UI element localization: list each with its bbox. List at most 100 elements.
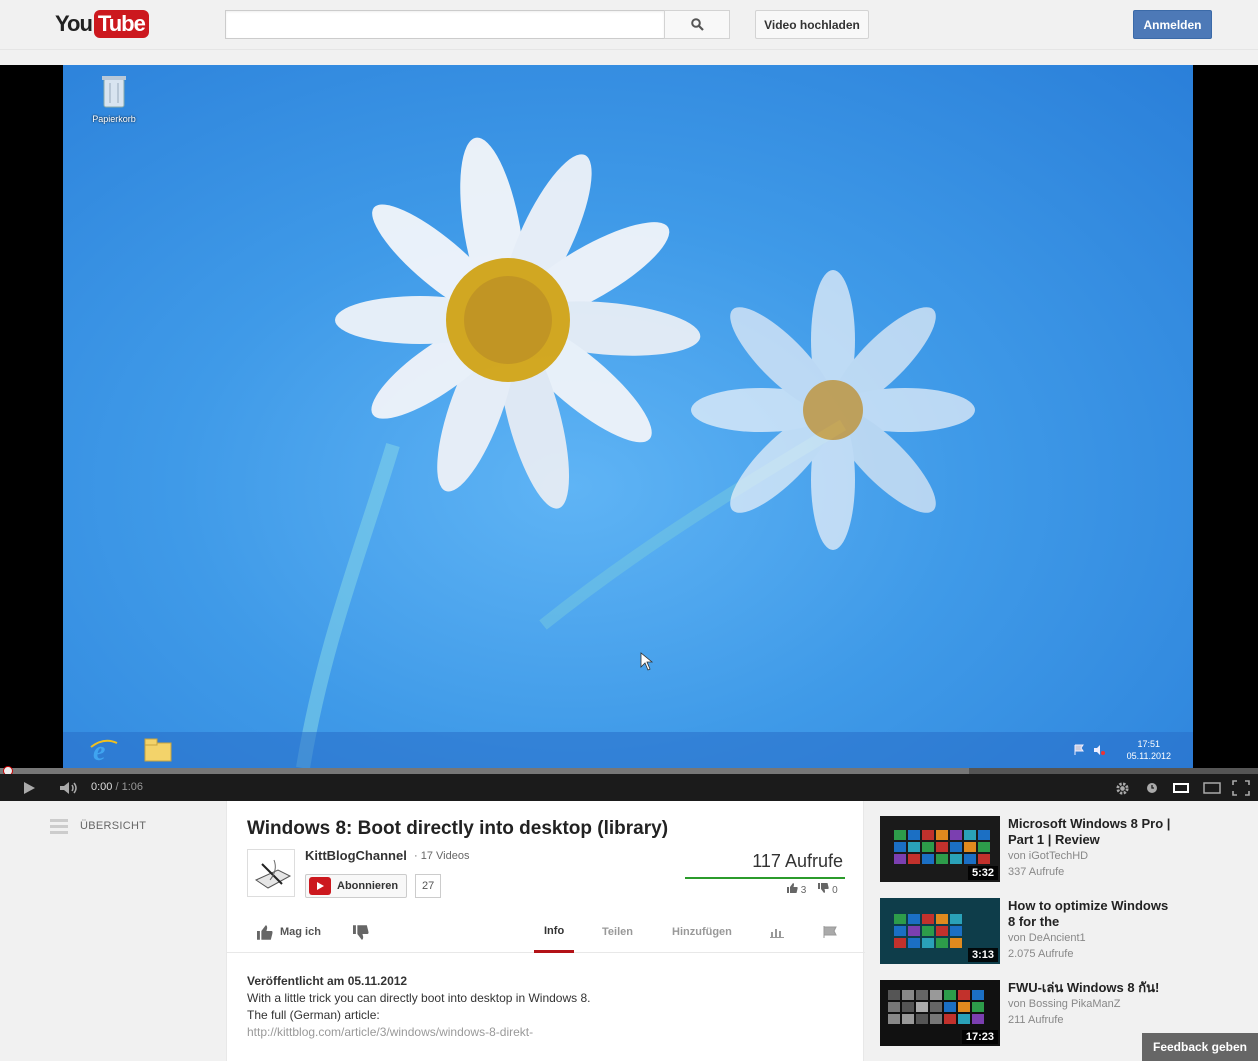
video-title: Windows 8: Boot directly into desktop (l… [247,818,669,839]
subscribe-button[interactable]: Abonnieren [305,874,408,898]
related-title[interactable]: Microsoft Windows 8 Pro | Part 1 | Revie… [1008,816,1178,848]
volume-button[interactable] [58,779,80,797]
logo-tube-text: Tube [93,10,149,38]
recycle-bin-desktop-icon[interactable]: Papierkorb [89,73,139,124]
tray-flag-icon [1074,744,1084,755]
related-title[interactable]: FWU-เล่น Windows 8 กัน! [1008,980,1178,996]
report-button[interactable] [823,911,837,953]
search-icon [690,18,704,31]
start-screen-tiles [894,914,990,948]
tray-date: 05.11.2012 [1126,751,1171,761]
like-ratio-bar [685,877,845,879]
search-input[interactable] [225,10,665,39]
youtube-play-icon [309,877,331,895]
watch-later-icon [1147,783,1157,793]
fullscreen-button[interactable] [1231,779,1251,797]
thumbs-down-icon [353,924,369,940]
guide-label: ÜBERSICHT [80,820,147,832]
duration: 1:06 [121,781,144,793]
recycle-bin-label: Papierkorb [92,114,136,124]
file-explorer-icon[interactable] [143,737,173,763]
subscribe-label: Abonnieren [337,880,399,892]
internet-explorer-icon[interactable]: e [89,735,119,765]
channel-video-count[interactable]: · 17 Videos [414,850,469,862]
related-video-item[interactable]: 3:13 How to optimize Windows 8 for the v… [880,898,1240,964]
related-views: 2.075 Aufrufe [1008,948,1074,960]
flag-icon [823,926,837,938]
tab-share[interactable]: Teilen [602,911,633,953]
publish-date: Veröffentlicht am 05.11.2012 [247,974,408,988]
guide-menu-button[interactable]: ÜBERSICHT [50,817,146,835]
theater-mode-icon [1173,783,1189,793]
tray-volume-icon [1094,745,1105,755]
like-count-group: 3 [787,883,806,896]
related-views: 211 Aufrufe [1008,1014,1064,1026]
tab-add-to[interactable]: Hinzufügen [672,911,732,953]
recycle-bin-icon [102,76,126,108]
stats-icon [770,929,784,938]
related-video-item[interactable]: 5:32 Microsoft Windows 8 Pro | Part 1 | … [880,816,1240,882]
dislike-count: 0 [832,885,838,896]
video-thumbnail[interactable]: 5:32 [880,816,1000,882]
subscriber-count: 27 [415,874,442,898]
watch-info-panel: Windows 8: Boot directly into desktop (l… [226,801,865,1061]
start-screen-tiles [888,990,984,1024]
related-title[interactable]: How to optimize Windows 8 for the [1008,898,1178,930]
logo-you-text: You [55,11,93,36]
dislike-button[interactable] [353,911,369,953]
related-videos: 5:32 Microsoft Windows 8 Pro | Part 1 | … [864,801,1258,1061]
like-count: 3 [800,885,807,896]
video-count-text: 17 Videos [420,850,470,862]
related-channel: von Bossing PikaManZ [1008,998,1121,1010]
windows-taskbar: e 17:51 05.11.2012 [63,732,1193,768]
thumbs-up-icon [787,883,798,893]
video-thumbnail[interactable]: 17:23 [880,980,1000,1046]
stats-button[interactable] [770,911,784,953]
player-controls: 0:00 / 1:06 [0,774,1258,801]
watch-later-button[interactable] [1144,779,1160,797]
video-thumbnail[interactable]: 3:13 [880,898,1000,964]
video-duration: 17:23 [961,1030,998,1044]
search-button[interactable] [664,10,730,39]
time-display: 0:00 / 1:06 [91,781,143,793]
settings-button[interactable] [1113,779,1131,797]
sign-in-button[interactable]: Anmelden [1133,10,1212,39]
tray-time: 17:51 [1137,739,1161,749]
related-channel: von DeAncient1 [1008,932,1086,944]
youtube-logo[interactable]: You Tube [55,9,149,39]
small-player-button[interactable] [1202,779,1222,797]
action-bar: Mag ich Info Teilen Hinzufügen [227,911,865,953]
current-time: 0:00 [91,781,113,793]
fullscreen-icon [1232,780,1250,796]
video-description: Veröffentlicht am 05.11.2012 With a litt… [247,973,590,1041]
video-frame[interactable]: Papierkorb e 17:51 05.11.2012 [63,65,1193,768]
channel-avatar-icon [248,850,294,896]
video-duration: 5:32 [967,866,998,880]
channel-avatar[interactable] [247,849,295,897]
system-tray-clock: 17:51 05.11.2012 [1127,738,1171,762]
tab-info[interactable]: Info [534,911,575,953]
masthead: You Tube Video hochladen Anmelden [0,0,1258,50]
video-duration: 3:13 [967,948,998,962]
like-button[interactable]: Mag ich [257,911,321,953]
theater-mode-button[interactable] [1171,779,1191,797]
volume-icon [60,782,77,794]
like-label: Mag ich [280,926,321,938]
related-channel: von iGotTechHD [1008,850,1089,862]
description-line-2: The full (German) article: [247,1008,380,1022]
play-icon [24,782,35,794]
view-count: 117 Aufrufe [752,851,843,871]
thumbs-down-icon [818,883,830,893]
settings-icon [1115,781,1129,795]
thumbs-up-icon [257,924,273,940]
time-separator: / [112,781,122,793]
feedback-button[interactable]: Feedback geben [1142,1033,1258,1061]
like-dislike-counts: 3 0 [787,883,838,896]
video-player[interactable]: Papierkorb e 17:51 05.11.2012 0:00 / 1:0… [0,65,1258,801]
play-button[interactable] [20,779,38,797]
start-screen-tiles [894,830,990,864]
article-link[interactable]: http://kittblog.com/article/3/windows/wi… [247,1024,590,1041]
related-views: 337 Aufrufe [1008,866,1065,878]
upload-video-button[interactable]: Video hochladen [755,10,869,39]
channel-name-link[interactable]: KittBlogChannel [305,848,407,863]
